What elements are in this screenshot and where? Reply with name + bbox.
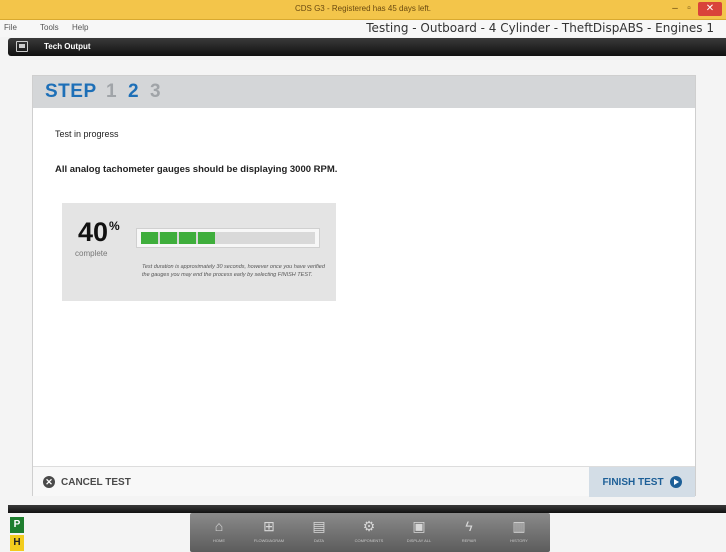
finish-label: FINISH TEST: [602, 476, 664, 488]
progress-percent: 40: [78, 217, 109, 247]
data-icon: ▤: [312, 518, 326, 534]
progress-bar: [136, 228, 320, 248]
cancel-test-button[interactable]: ✕ CANCEL TEST: [43, 473, 131, 491]
dock-label: HISTORY: [510, 538, 528, 543]
progress-bar-track: [141, 232, 315, 244]
dock-label: FLOWDIAGRAM: [253, 538, 285, 543]
progress-card: 40 % complete Test duration is approxima…: [62, 203, 336, 301]
progress-segment: [198, 232, 215, 244]
dock-flowdiagram[interactable]: ⊞ FLOWDIAGRAM: [246, 516, 292, 550]
percent-sign: %: [109, 219, 120, 233]
progress-caption: complete: [75, 249, 108, 258]
close-button[interactable]: ✕: [698, 2, 722, 16]
test-instruction: All analog tachometer gauges should be d…: [55, 164, 338, 175]
progress-segment: [179, 232, 196, 244]
progress-segment: [141, 232, 158, 244]
monitor-icon: [16, 41, 28, 52]
progress-note: Test duration is approximately 30 second…: [142, 264, 325, 278]
cancel-icon: ✕: [43, 476, 55, 488]
dock-repair[interactable]: ϟ REPAIR: [446, 516, 492, 550]
maximize-button[interactable]: ▫: [682, 2, 696, 16]
tab-label: Tech Output: [44, 42, 91, 51]
test-status: Test in progress: [55, 129, 119, 139]
components-icon: ⚙: [362, 518, 376, 534]
window-title: CDS G3 - Registered has 45 days left.: [294, 4, 432, 13]
dock-label: REPAIR: [461, 538, 477, 543]
menu-tools[interactable]: Tools: [40, 23, 59, 32]
bottom-dock: ⌂ HOME ⊞ FLOWDIAGRAM ▤ DATA ⚙ COMPONENTS…: [190, 513, 550, 552]
flow-diagram-icon: ⊞: [263, 518, 275, 534]
minimize-button[interactable]: –: [668, 2, 682, 16]
menu-help[interactable]: Help: [72, 23, 88, 32]
cancel-label: CANCEL TEST: [61, 476, 131, 488]
badge-h[interactable]: H: [10, 535, 24, 551]
dock-label: DATA: [313, 538, 325, 543]
menu-bar: File Tools Help Testing - Outboard - 4 C…: [0, 20, 726, 37]
progress-segments: [141, 232, 215, 244]
finish-test-button[interactable]: FINISH TEST: [589, 467, 695, 497]
dock-display-all[interactable]: ▣ DISPLAY ALL: [396, 516, 442, 550]
step-indicator: STEP 1 2 3: [33, 76, 695, 108]
dock-label: DISPLAY ALL: [406, 538, 432, 543]
bottom-divider: [8, 505, 726, 513]
test-caption: Testing - Outboard - 4 Cylinder - TheftD…: [366, 21, 714, 35]
progress-segment: [160, 232, 177, 244]
lightning-icon: ϟ: [465, 518, 473, 534]
arrow-right-icon: [669, 476, 682, 488]
menu-file[interactable]: File: [4, 23, 17, 32]
dock-label: COMPONENTS: [354, 538, 384, 543]
display-icon: ▣: [412, 518, 426, 534]
test-panel: STEP 1 2 3 Test in progress All analog t…: [32, 75, 696, 497]
dock-data[interactable]: ▤ DATA: [296, 516, 342, 550]
dock-label: HOME: [213, 538, 225, 543]
history-icon: ▥: [512, 518, 526, 534]
title-bar: CDS G3 - Registered has 45 days left. – …: [0, 0, 726, 20]
tech-output-tab[interactable]: Tech Output: [8, 38, 726, 56]
step-label: STEP: [45, 81, 97, 102]
step-1: 1: [106, 81, 117, 102]
badge-p[interactable]: P: [10, 517, 24, 533]
dock-home[interactable]: ⌂ HOME: [196, 516, 242, 550]
step-2-current: 2: [128, 81, 139, 102]
action-bar: ✕ CANCEL TEST FINISH TEST: [33, 466, 695, 497]
dock-history[interactable]: ▥ HISTORY: [496, 516, 542, 550]
home-icon: ⌂: [214, 518, 224, 534]
step-3: 3: [150, 81, 161, 102]
dock-components[interactable]: ⚙ COMPONENTS: [346, 516, 392, 550]
